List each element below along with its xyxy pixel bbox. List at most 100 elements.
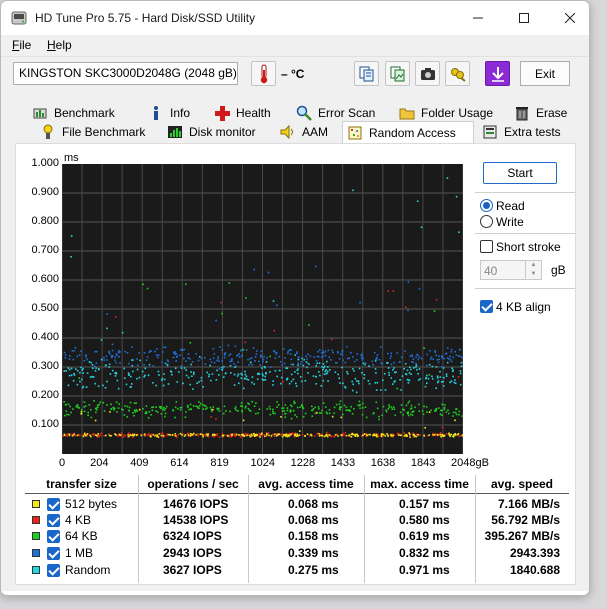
tab-info[interactable]: Info — [143, 103, 199, 123]
data-point — [150, 414, 152, 416]
data-point — [336, 433, 339, 436]
data-point — [423, 405, 425, 408]
title-bar[interactable]: HD Tune Pro 5.75 - Hard Disk/SSD Utility — [1, 1, 589, 35]
tab-disk-monitor[interactable]: Disk monitor — [162, 122, 268, 142]
tab-file-benchmark[interactable]: File Benchmark — [35, 122, 159, 142]
data-point — [348, 409, 351, 412]
data-point — [378, 418, 380, 421]
tab-extra-tests[interactable]: Extra tests — [477, 122, 575, 142]
maximize-button[interactable] — [501, 1, 547, 35]
data-point — [356, 353, 359, 355]
data-point — [284, 412, 287, 415]
data-point — [415, 356, 417, 358]
data-point — [299, 430, 301, 432]
data-point — [249, 358, 251, 360]
menu-file[interactable]: File — [12, 38, 31, 52]
data-point — [158, 406, 161, 408]
menu-bar: File Help — [1, 35, 589, 57]
save-keys-button[interactable] — [445, 61, 470, 86]
data-point — [197, 405, 199, 408]
data-point — [229, 360, 232, 363]
data-point — [318, 408, 320, 410]
tab-folder-usage[interactable]: Folder Usage — [394, 103, 506, 123]
data-point — [191, 375, 193, 377]
data-point — [219, 346, 221, 348]
download-button[interactable] — [485, 61, 510, 86]
data-point — [184, 416, 187, 418]
data-point — [350, 433, 353, 436]
tab-benchmark[interactable]: Benchmark — [27, 103, 141, 123]
series-checkbox[interactable] — [47, 547, 60, 560]
data-point — [359, 404, 361, 407]
data-point — [302, 364, 305, 367]
data-point — [147, 417, 150, 419]
read-radio[interactable] — [480, 199, 493, 212]
data-point — [119, 362, 121, 364]
series-checkbox[interactable] — [47, 514, 60, 527]
series-checkbox[interactable] — [47, 564, 60, 577]
data-point — [241, 349, 243, 351]
data-point — [106, 327, 108, 330]
avg-speed: 395.267 MB/s — [484, 529, 560, 543]
data-point — [322, 363, 325, 365]
data-point — [162, 434, 165, 437]
align-4kb-checkbox[interactable] — [480, 300, 493, 313]
data-point — [352, 433, 354, 436]
data-point — [404, 350, 406, 352]
data-point — [211, 373, 214, 375]
close-button[interactable] — [547, 1, 589, 35]
tab-random-access[interactable]: Random Access — [342, 121, 474, 143]
data-point — [269, 408, 271, 410]
data-point — [273, 350, 275, 352]
data-point — [272, 433, 274, 436]
series-checkbox[interactable] — [47, 530, 60, 543]
data-point — [373, 412, 375, 414]
data-point — [83, 360, 86, 362]
data-point — [361, 359, 364, 361]
data-point — [405, 306, 407, 308]
temperature-button[interactable] — [251, 61, 276, 86]
minimize-button[interactable] — [455, 1, 501, 35]
short-stroke-checkbox[interactable] — [480, 240, 493, 253]
data-point — [265, 361, 268, 363]
copy-image-icon — [390, 66, 404, 81]
tab-error-scan[interactable]: Error Scan — [291, 103, 391, 123]
tab-aam[interactable]: AAM — [275, 122, 339, 142]
copy-text-button[interactable] — [354, 61, 379, 86]
data-point — [83, 410, 86, 413]
screenshot-camera-icon — [420, 67, 435, 80]
data-point — [286, 367, 289, 369]
copy-image-button[interactable] — [385, 61, 410, 86]
data-point — [235, 409, 238, 411]
health-cross-icon — [214, 105, 230, 121]
y-tick-label: 0.800 — [31, 215, 59, 227]
data-point — [353, 433, 356, 436]
chevron-down-icon: ⌄ — [223, 66, 232, 77]
write-radio[interactable] — [480, 215, 493, 228]
data-point — [117, 407, 120, 409]
tab-health[interactable]: Health — [209, 103, 287, 123]
data-point — [396, 352, 398, 354]
data-point — [231, 360, 233, 362]
exit-button[interactable]: Exit — [520, 61, 570, 86]
data-point — [317, 406, 320, 408]
series-color-swatch — [32, 516, 40, 524]
menu-help[interactable]: Help — [47, 38, 72, 52]
data-point — [346, 357, 349, 360]
data-point — [118, 403, 120, 405]
data-point — [144, 433, 146, 435]
spinner-arrows-icon[interactable]: ▲ ▼ — [525, 261, 541, 279]
menu-help-label: elp — [55, 38, 72, 52]
tab-erase[interactable]: Erase — [509, 103, 575, 123]
data-point — [321, 409, 323, 412]
data-point — [344, 385, 346, 388]
data-point — [257, 372, 260, 375]
short-stroke-spinner[interactable]: 40 ▲ ▼ — [480, 260, 542, 280]
series-checkbox[interactable] — [47, 498, 60, 511]
data-point — [179, 432, 182, 435]
data-point — [152, 406, 155, 408]
start-button[interactable]: Start — [483, 162, 557, 184]
drive-select[interactable]: KINGSTON SKC3000D2048G (2048 gB) ⌄ — [13, 62, 238, 85]
screenshot-button[interactable] — [415, 61, 440, 86]
data-point — [163, 346, 165, 348]
